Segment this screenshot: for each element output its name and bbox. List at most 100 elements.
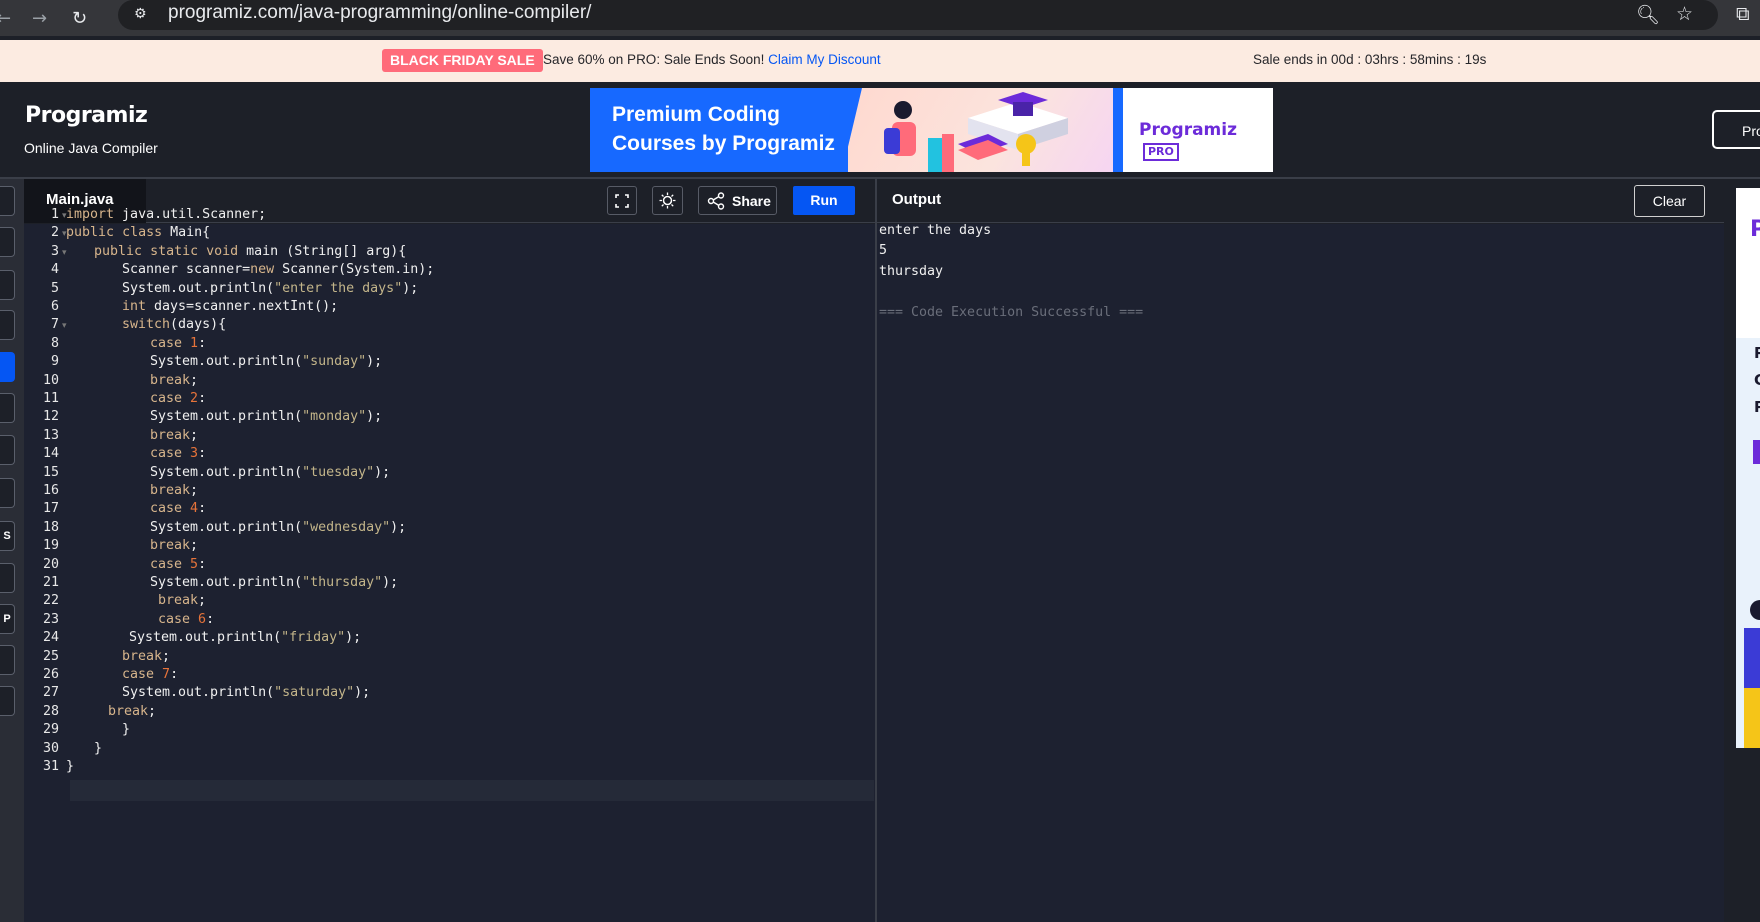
ad-banner[interactable]: Premium Coding Courses by Programiz Prog… — [590, 88, 1273, 172]
programiz-logo[interactable]: Programiz — [25, 103, 148, 128]
code-line[interactable]: System.out.println("thursday"); — [150, 575, 398, 590]
code-line[interactable]: System.out.println("friday"); — [129, 630, 361, 645]
code-token: 1 — [190, 336, 199, 351]
code-token: case — [150, 336, 183, 351]
code-line[interactable]: public static void main (String[] arg){ — [94, 244, 406, 259]
code-line[interactable]: public class Main{ — [66, 225, 210, 240]
code-token: ; — [198, 593, 207, 608]
code-line[interactable]: } — [122, 722, 130, 737]
claim-discount-link[interactable]: Claim My Discount — [768, 52, 881, 67]
code-token: java.util.Scanner; — [114, 207, 267, 222]
side-ad[interactable]: P P C P — [1736, 188, 1760, 748]
run-button[interactable]: Run — [793, 186, 855, 215]
sidebar-language-item[interactable] — [0, 310, 15, 340]
code-token: 3 — [190, 446, 199, 461]
sidebar-language-item[interactable] — [0, 270, 15, 300]
fold-toggle-icon[interactable]: ▾ — [62, 248, 67, 258]
code-line[interactable]: System.out.println("tuesday"); — [150, 465, 390, 480]
code-line[interactable]: case 7: — [122, 667, 178, 682]
code-line[interactable]: case 5: — [150, 557, 206, 572]
code-token: case — [150, 391, 183, 406]
code-line[interactable]: break; — [158, 593, 206, 608]
code-line[interactable]: } — [66, 759, 74, 774]
code-line[interactable]: break; — [150, 373, 198, 388]
code-token: static — [150, 244, 199, 259]
code-line[interactable]: case 2: — [150, 391, 206, 406]
code-line[interactable]: System.out.println("monday"); — [150, 409, 382, 424]
line-number: 5 — [50, 281, 59, 296]
code-token: System.out.println( — [150, 520, 303, 535]
zoom-icon[interactable]: 🔍︎ — [1636, 3, 1660, 26]
code-token: 2 — [190, 391, 199, 406]
line-number: 16 — [42, 483, 59, 498]
sidebar-language-item[interactable] — [0, 352, 15, 382]
output-title: Output — [892, 191, 942, 208]
code-token: 6 — [198, 612, 207, 627]
black-friday-badge[interactable]: BLACK FRIDAY SALE — [382, 49, 543, 72]
code-line[interactable]: case 6: — [158, 612, 214, 627]
code-line[interactable]: Scanner scanner=new Scanner(System.in); — [122, 262, 434, 277]
code-token: : — [198, 501, 207, 516]
code-line[interactable]: break; — [150, 538, 198, 553]
sidebar-language-item[interactable] — [0, 686, 15, 716]
site-settings-icon[interactable]: ⚙ — [134, 6, 147, 22]
back-icon[interactable]: ← — [0, 8, 11, 29]
sidebar-language-item[interactable] — [0, 227, 15, 257]
code-token: 5 — [190, 557, 199, 572]
code-token: ; — [162, 649, 171, 664]
sidebar-language-item[interactable] — [0, 478, 15, 508]
fullscreen-button[interactable] — [607, 186, 637, 215]
code-line[interactable]: int days=scanner.nextInt(); — [122, 299, 338, 314]
line-number: 7 — [50, 317, 59, 332]
line-number: 11 — [42, 391, 59, 406]
code-line[interactable]: switch(days){ — [122, 317, 226, 332]
sidebar-language-item[interactable]: P — [0, 604, 15, 634]
sidebar-language-item[interactable] — [0, 645, 15, 675]
current-line-highlight — [70, 780, 874, 801]
code-line[interactable]: } — [94, 741, 102, 756]
share-button[interactable]: Share — [698, 186, 777, 215]
extensions-icon[interactable]: ⧉ — [1736, 3, 1750, 25]
svg-text:P: P — [1754, 398, 1760, 416]
line-number: 31 — [42, 759, 59, 774]
code-line[interactable]: break; — [122, 649, 170, 664]
code-token: "thursday" — [302, 575, 383, 590]
code-line[interactable]: System.out.println("wednesday"); — [150, 520, 406, 535]
code-token: "tuesday" — [302, 465, 375, 480]
code-token: "friday" — [281, 630, 346, 645]
programiz-pro-button[interactable]: Progr — [1712, 110, 1760, 149]
code-line[interactable]: System.out.println("sunday"); — [150, 354, 382, 369]
clear-button[interactable]: Clear — [1634, 185, 1705, 217]
fold-toggle-icon[interactable]: ▾ — [62, 321, 67, 331]
sidebar-language-item[interactable] — [0, 435, 15, 465]
code-line[interactable]: break; — [150, 483, 198, 498]
code-line[interactable]: System.out.println("saturday"); — [122, 685, 370, 700]
line-number: 17 — [42, 501, 59, 516]
sidebar-language-item[interactable] — [0, 186, 15, 216]
line-number: 15 — [42, 465, 59, 480]
line-number: 21 — [42, 575, 59, 590]
line-number: 20 — [42, 557, 59, 572]
code-line[interactable]: break; — [150, 428, 198, 443]
code-token: : — [198, 391, 207, 406]
code-token: System.out.println( — [150, 575, 303, 590]
sidebar-language-item[interactable] — [0, 393, 15, 423]
code-line[interactable]: import java.util.Scanner; — [66, 207, 266, 222]
code-token: "monday" — [302, 409, 367, 424]
code-line[interactable]: break; — [108, 704, 156, 719]
code-line[interactable]: System.out.println("enter the days"); — [122, 281, 418, 296]
bookmark-star-icon[interactable]: ☆ — [1676, 3, 1693, 25]
sidebar-language-item[interactable]: S — [0, 521, 15, 551]
sidebar-language-item[interactable] — [0, 563, 15, 593]
code-token: case — [122, 667, 155, 682]
code-token: void — [206, 244, 239, 259]
code-line[interactable]: case 3: — [150, 446, 206, 461]
theme-toggle-button[interactable] — [652, 186, 683, 215]
url-text[interactable]: programiz.com/java-programming/online-co… — [168, 2, 591, 24]
code-token: ); — [366, 354, 383, 369]
code-line[interactable]: case 1: — [150, 336, 206, 351]
forward-icon[interactable]: → — [32, 8, 47, 29]
code-line[interactable]: case 4: — [150, 501, 206, 516]
reload-icon[interactable]: ↻ — [72, 8, 87, 29]
